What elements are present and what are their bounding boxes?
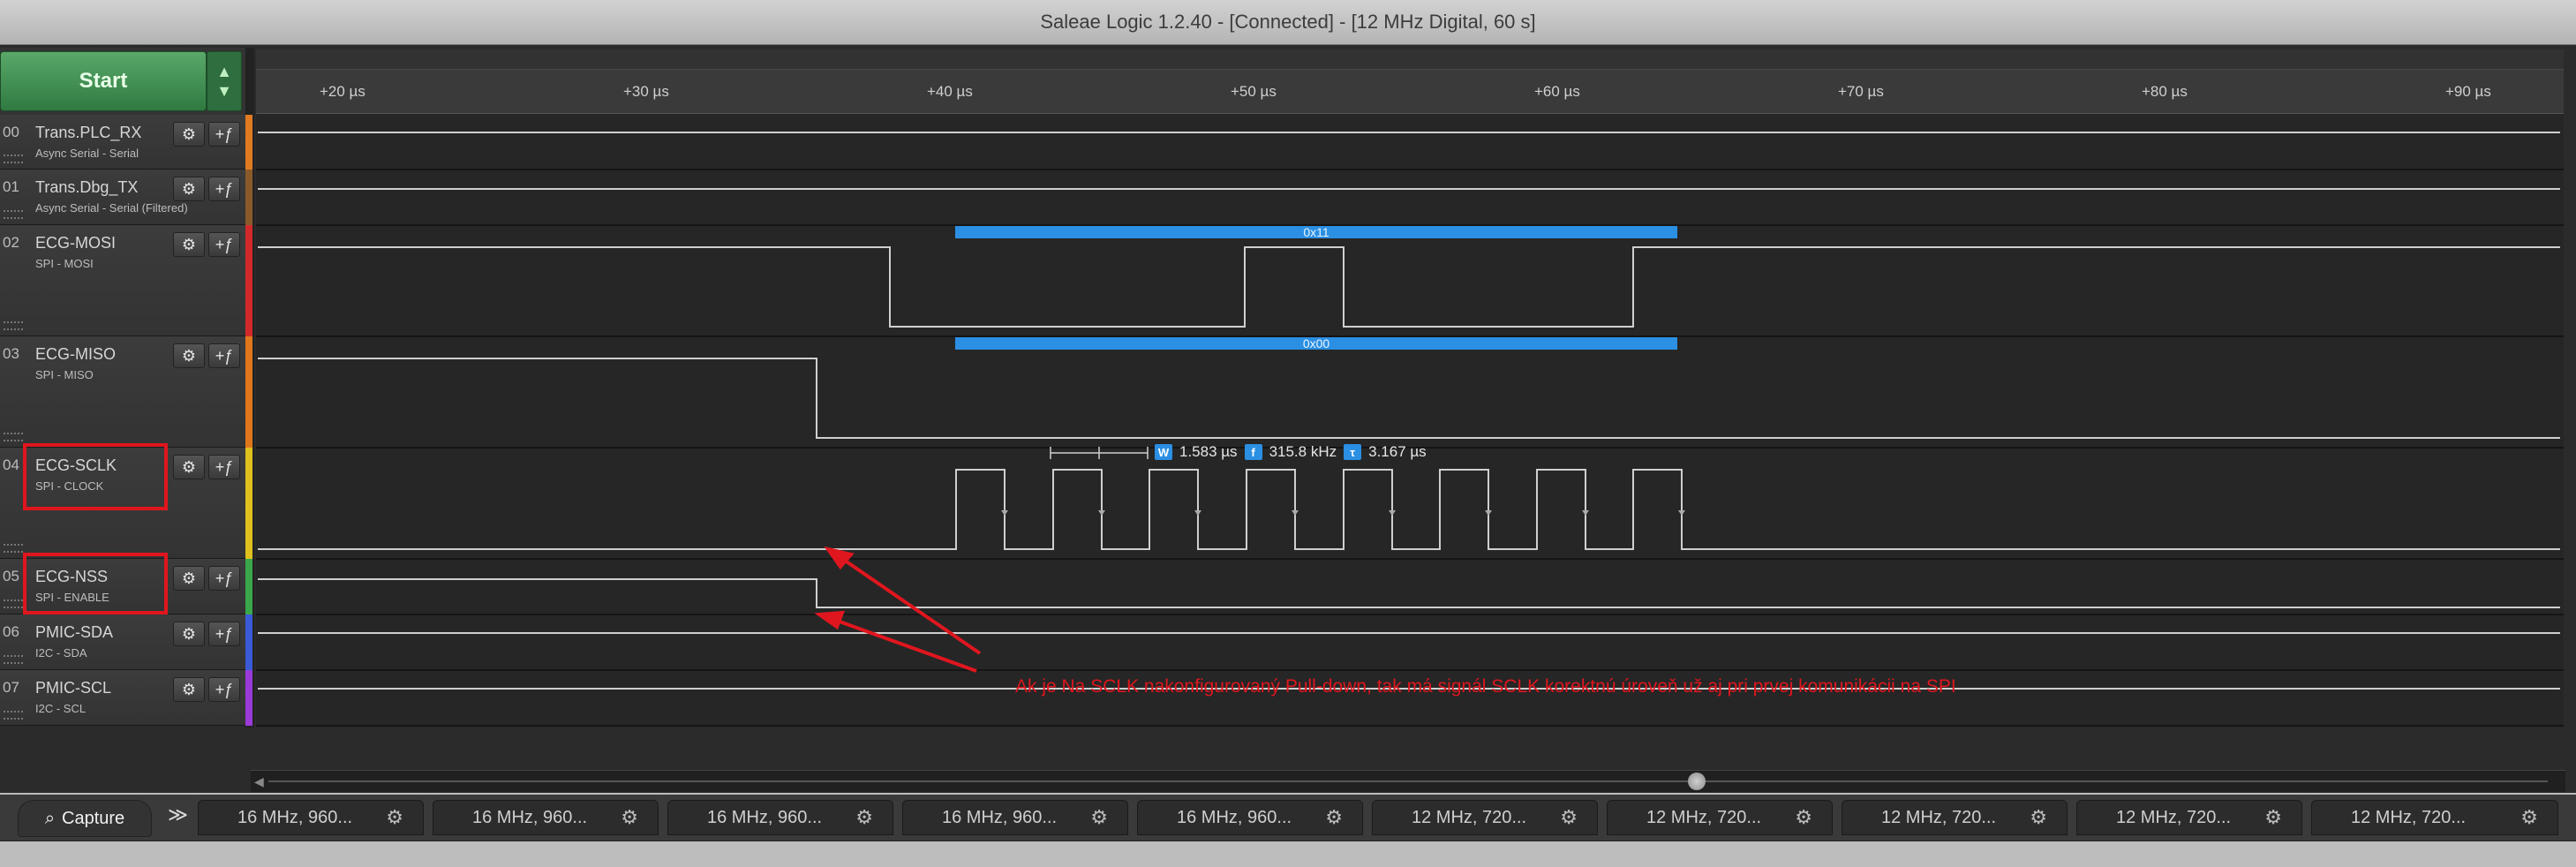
annotation-text: Ak je Na SCLK nakonfigurovaný Pull-down,… xyxy=(1015,676,1956,697)
scroll-track[interactable] xyxy=(268,780,2548,782)
session-tab-label: 16 MHz, 960... xyxy=(1177,808,1292,827)
session-tab-label: 12 MHz, 720... xyxy=(2351,808,2467,827)
waveform-ch03 xyxy=(258,358,2560,439)
gear-icon[interactable]: ⚙ xyxy=(386,806,403,829)
waveform-ch05 xyxy=(258,578,2560,608)
timing-measurement[interactable]: W 1.583 µs f 315.8 kHz τ 3.167 µs xyxy=(1155,442,1427,462)
width-icon: W xyxy=(1155,444,1172,460)
decoded-frame-mosi[interactable]: 0x11 xyxy=(955,225,1677,239)
waveform-ch04 xyxy=(258,469,2560,550)
session-tab[interactable]: 12 MHz, 720... ⚙ xyxy=(1607,800,1833,835)
decoded-value-mosi: 0x11 xyxy=(1303,225,1329,239)
scroll-thumb[interactable] xyxy=(1688,773,1706,790)
frequency-icon: f xyxy=(1244,444,1262,460)
session-tab[interactable]: 16 MHz, 960... ⚙ xyxy=(667,800,893,835)
session-tab[interactable]: 12 MHz, 720... ⚙ xyxy=(2311,800,2558,835)
gear-icon[interactable]: ⚙ xyxy=(1325,806,1343,829)
waveform-ch02 xyxy=(258,246,2560,328)
session-tab-label: 12 MHz, 720... xyxy=(2116,808,2232,827)
session-tab[interactable]: 16 MHz, 960... ⚙ xyxy=(433,800,659,835)
gear-icon[interactable]: ⚙ xyxy=(621,806,638,829)
gear-icon[interactable]: ⚙ xyxy=(1560,806,1578,829)
session-tab-label: 12 MHz, 720... xyxy=(1412,808,1527,827)
search-icon: ⌕ xyxy=(44,808,56,828)
decoded-frame-miso[interactable]: 0x00 xyxy=(955,336,1677,351)
gear-icon[interactable]: ⚙ xyxy=(2520,806,2538,829)
session-tab[interactable]: 12 MHz, 720... ⚙ xyxy=(1842,800,2068,835)
capture-label: Capture xyxy=(62,808,125,828)
gear-icon[interactable]: ⚙ xyxy=(1795,806,1812,829)
session-tab[interactable]: 12 MHz, 720... ⚙ xyxy=(2076,800,2302,835)
session-tab-label: 16 MHz, 960... xyxy=(707,808,823,827)
session-tab-label: 12 MHz, 720... xyxy=(1646,808,1762,827)
waveforms xyxy=(256,132,2564,727)
scroll-left-icon[interactable]: ◀ xyxy=(254,774,264,789)
session-tab[interactable]: 12 MHz, 720... ⚙ xyxy=(1372,800,1598,835)
period-icon: τ xyxy=(1344,444,1362,460)
more-tabs-icon[interactable]: ≫ xyxy=(168,803,188,826)
gear-icon[interactable]: ⚙ xyxy=(1090,806,1108,829)
decoded-value-miso: 0x00 xyxy=(1302,336,1330,351)
session-tab-label: 16 MHz, 960... xyxy=(942,808,1058,827)
capture-tab[interactable]: ⌕ Capture xyxy=(18,800,152,837)
session-tab[interactable]: 16 MHz, 960... ⚙ xyxy=(902,800,1128,835)
period-value: 3.167 µs xyxy=(1368,443,1427,460)
session-tab-label: 16 MHz, 960... xyxy=(237,808,353,827)
session-tab-label: 16 MHz, 960... xyxy=(472,808,588,827)
session-tab[interactable]: 16 MHz, 960... ⚙ xyxy=(1137,800,1363,835)
gear-icon[interactable]: ⚙ xyxy=(2264,806,2282,829)
width-value: 1.583 µs xyxy=(1179,443,1238,460)
horizontal-scrollbar[interactable]: ◀ xyxy=(251,770,2565,792)
gear-icon[interactable]: ⚙ xyxy=(855,806,873,829)
session-tab-label: 12 MHz, 720... xyxy=(1881,808,1997,827)
session-tab[interactable]: 16 MHz, 960... ⚙ xyxy=(198,800,424,835)
frequency-value: 315.8 kHz xyxy=(1269,443,1337,460)
gear-icon[interactable]: ⚙ xyxy=(2030,806,2047,829)
